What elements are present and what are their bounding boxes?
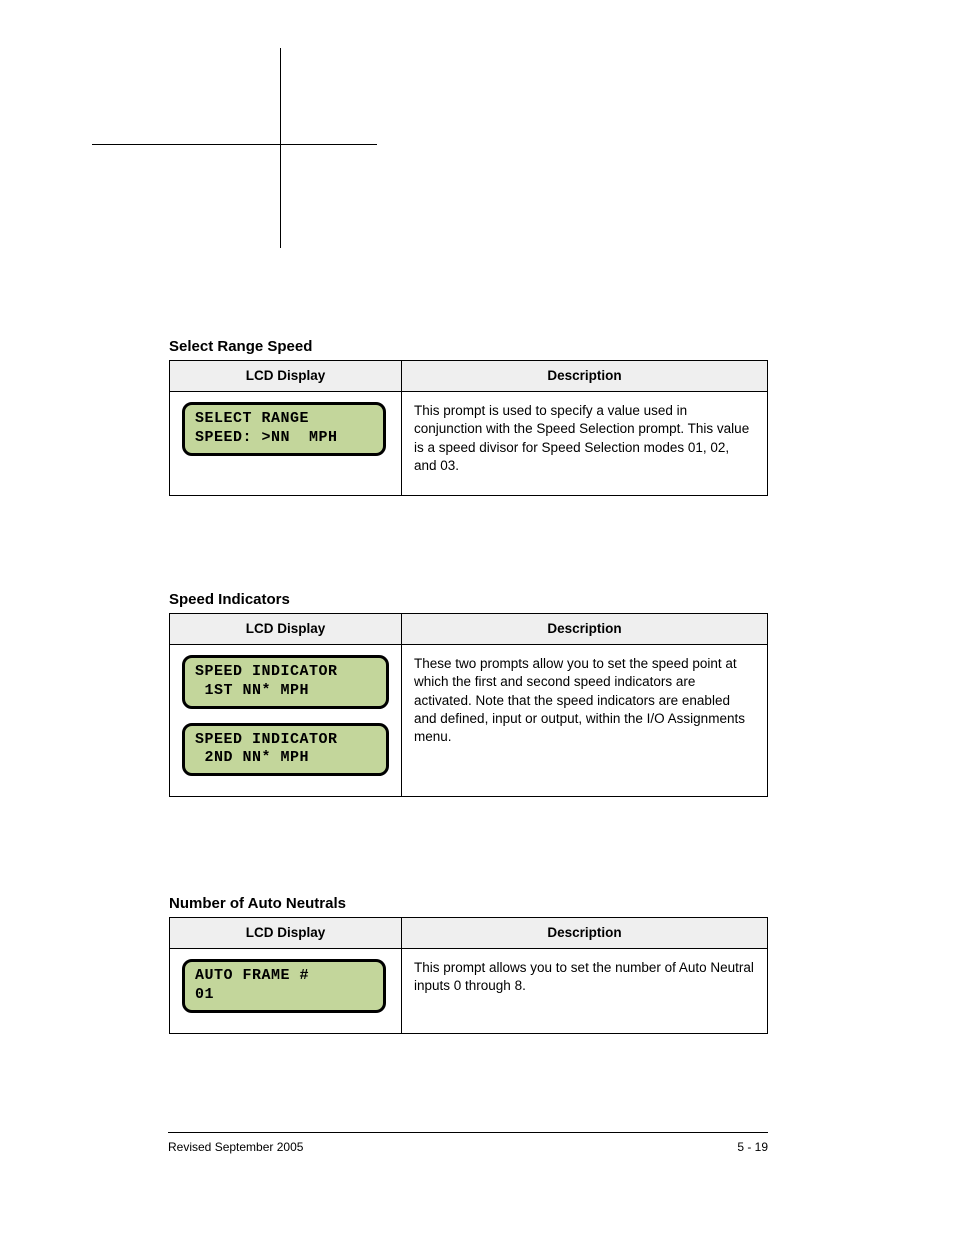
col-header-lcd: LCD Display: [170, 614, 402, 645]
lcd-select-range: SELECT RANGE SPEED: >NN MPH: [182, 402, 386, 456]
lcd-line2: SPEED: >NN MPH: [195, 429, 338, 446]
section-title-auto-neutrals: Number of Auto Neutrals: [169, 895, 346, 912]
col-header-lcd: LCD Display: [170, 918, 402, 949]
cell-lcd: AUTO FRAME # 01: [170, 949, 402, 1034]
lcd-auto-frame: AUTO FRAME # 01: [182, 959, 386, 1013]
col-header-desc: Description: [402, 918, 768, 949]
lcd-line2: 01: [195, 986, 214, 1003]
lcd-line2: 2ND NN* MPH: [195, 749, 309, 766]
lcd-speed-indicator-1: SPEED INDICATOR 1ST NN* MPH: [182, 655, 389, 709]
lcd-line1: SPEED INDICATOR: [195, 731, 338, 748]
page: { "sections": { "s1": { "title": "Select…: [0, 0, 954, 1235]
lcd-line1: SPEED INDICATOR: [195, 663, 338, 680]
section-title-select-range-speed: Select Range Speed: [169, 338, 312, 355]
cell-lcd: SPEED INDICATOR 1ST NN* MPH SPEED INDICA…: [170, 645, 402, 797]
crop-mark-vertical: [280, 48, 281, 248]
footer-left: Revised September 2005: [168, 1140, 303, 1154]
col-header-desc: Description: [402, 614, 768, 645]
crop-mark-horizontal: [92, 144, 377, 145]
cell-lcd: SELECT RANGE SPEED: >NN MPH: [170, 392, 402, 496]
table-speed-indicators: LCD Display Description SPEED INDICATOR …: [169, 613, 768, 797]
table-select-range-speed: LCD Display Description SELECT RANGE SPE…: [169, 360, 768, 496]
footer-rule: [168, 1132, 768, 1133]
section-title-speed-indicators: Speed Indicators: [169, 591, 290, 608]
cell-desc: This prompt allows you to set the number…: [402, 949, 768, 1034]
table-auto-neutrals: LCD Display Description AUTO FRAME # 01 …: [169, 917, 768, 1034]
lcd-line1: SELECT RANGE: [195, 410, 309, 427]
lcd-line2: 1ST NN* MPH: [195, 682, 309, 699]
col-header-lcd: LCD Display: [170, 361, 402, 392]
lcd-line1: AUTO FRAME #: [195, 967, 309, 984]
cell-desc: These two prompts allow you to set the s…: [402, 645, 768, 797]
col-header-desc: Description: [402, 361, 768, 392]
footer-right: 5 - 19: [737, 1140, 768, 1154]
lcd-speed-indicator-2: SPEED INDICATOR 2ND NN* MPH: [182, 723, 389, 777]
cell-desc: This prompt is used to specify a value u…: [402, 392, 768, 496]
